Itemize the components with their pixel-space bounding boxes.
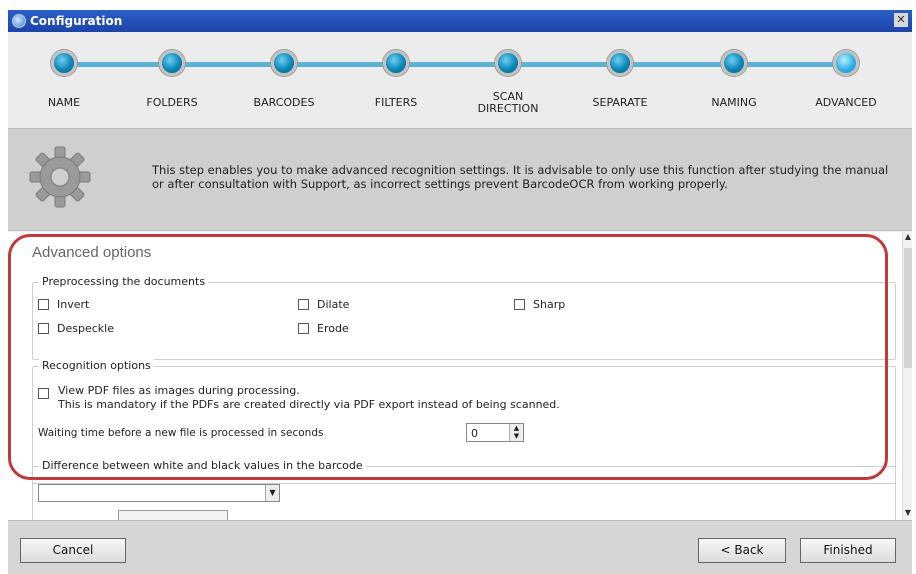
step-label: FOLDERS [146,96,198,109]
footer-bar: Cancel < Back Finished [8,520,912,574]
checkbox-box[interactable] [38,299,49,310]
pdf-as-images-line1: View PDF files as images during processi… [58,384,300,397]
sharp-checkbox[interactable]: Sharp [514,298,565,311]
spinner-arrows-icon[interactable]: ▲ ▼ [509,424,523,441]
step-dot-icon [271,50,297,76]
gear-icon [29,146,91,208]
difference-legend: Difference between white and black value… [39,459,366,472]
step-separate[interactable]: SEPARATE [565,50,675,109]
scroll-up-icon[interactable]: ▲ [903,232,913,244]
section-title: Advanced options [32,244,152,261]
app-icon [12,14,26,28]
despeckle-label: Despeckle [57,322,114,335]
step-naming[interactable]: NAMING [679,50,789,109]
back-button[interactable]: < Back [698,538,786,563]
step-label: ADVANCED [815,96,877,109]
step-label: FILTERS [374,96,418,109]
erode-checkbox[interactable]: Erode [298,322,349,335]
step-folders[interactable]: FOLDERS [117,50,227,109]
step-label: NAME [47,96,81,109]
scroll-down-icon[interactable]: ▼ [903,508,913,520]
step-label: NAMING [711,96,757,109]
checkbox-box[interactable] [38,388,49,399]
step-dot-icon [159,50,185,76]
info-panel: This step enables you to make advanced r… [8,128,912,231]
step-scan-direction[interactable]: SCAN DIRECTION [453,50,563,115]
partial-control[interactable] [118,510,228,520]
step-name[interactable]: NAME [9,50,119,109]
sharp-label: Sharp [533,298,566,311]
step-filters[interactable]: FILTERS [341,50,451,109]
preprocessing-group: Preprocessing the documents [32,275,896,360]
step-dot-icon [607,50,633,76]
info-text: This step enables you to make advanced r… [152,163,889,191]
pdf-as-images-checkbox[interactable] [38,388,57,399]
invert-checkbox[interactable]: Invert [38,298,89,311]
step-barcodes[interactable]: BARCODES [229,50,339,109]
close-button[interactable]: ✕ [894,13,908,27]
step-advanced[interactable]: ADVANCED [791,50,901,109]
vertical-scrollbar[interactable]: ▲ ▼ [902,232,912,520]
waiting-time-label: Waiting time before a new file is proces… [38,427,324,439]
wizard-steps: NAME FOLDERS BARCODES FILTERS SCAN DIREC… [8,32,912,128]
cancel-button[interactable]: Cancel [20,538,126,563]
erode-label: Erode [317,322,349,335]
invert-label: Invert [57,298,90,311]
despeckle-checkbox[interactable]: Despeckle [38,322,114,335]
recognition-legend: Recognition options [39,359,154,372]
step-dot-icon [51,50,77,76]
step-label: SCAN DIRECTION [477,90,539,115]
finished-button[interactable]: Finished [800,538,896,563]
scrollbar-thumb[interactable] [904,248,912,368]
pdf-as-images-line2: This is mandatory if the PDFs are create… [58,398,560,411]
waiting-time-spinner[interactable]: 0 ▲ ▼ [466,423,524,442]
chevron-down-icon[interactable]: ▼ [265,485,279,501]
step-dot-icon [833,50,859,76]
dilate-label: Dilate [317,298,350,311]
checkbox-box[interactable] [514,299,525,310]
step-dot-icon [721,50,747,76]
step-dot-icon [383,50,409,76]
dilate-checkbox[interactable]: Dilate [298,298,349,311]
preprocessing-legend: Preprocessing the documents [39,275,209,288]
checkbox-box[interactable] [38,323,49,334]
step-dot-icon [495,50,521,76]
step-label: SEPARATE [592,96,648,109]
window-title: Configuration [30,14,123,28]
checkbox-box[interactable] [298,299,309,310]
pdf-as-images-text: View PDF files as images during processi… [58,384,560,412]
advanced-options-panel: Advanced options Preprocessing the docum… [8,232,902,526]
configuration-window: NAME FOLDERS BARCODES FILTERS SCAN DIREC… [8,32,912,574]
step-label: BARCODES [253,96,315,109]
checkbox-box[interactable] [298,323,309,334]
title-bar: Configuration ✕ [8,10,912,32]
waiting-time-value[interactable]: 0 [471,427,478,440]
difference-select[interactable]: ▼ [38,484,280,502]
